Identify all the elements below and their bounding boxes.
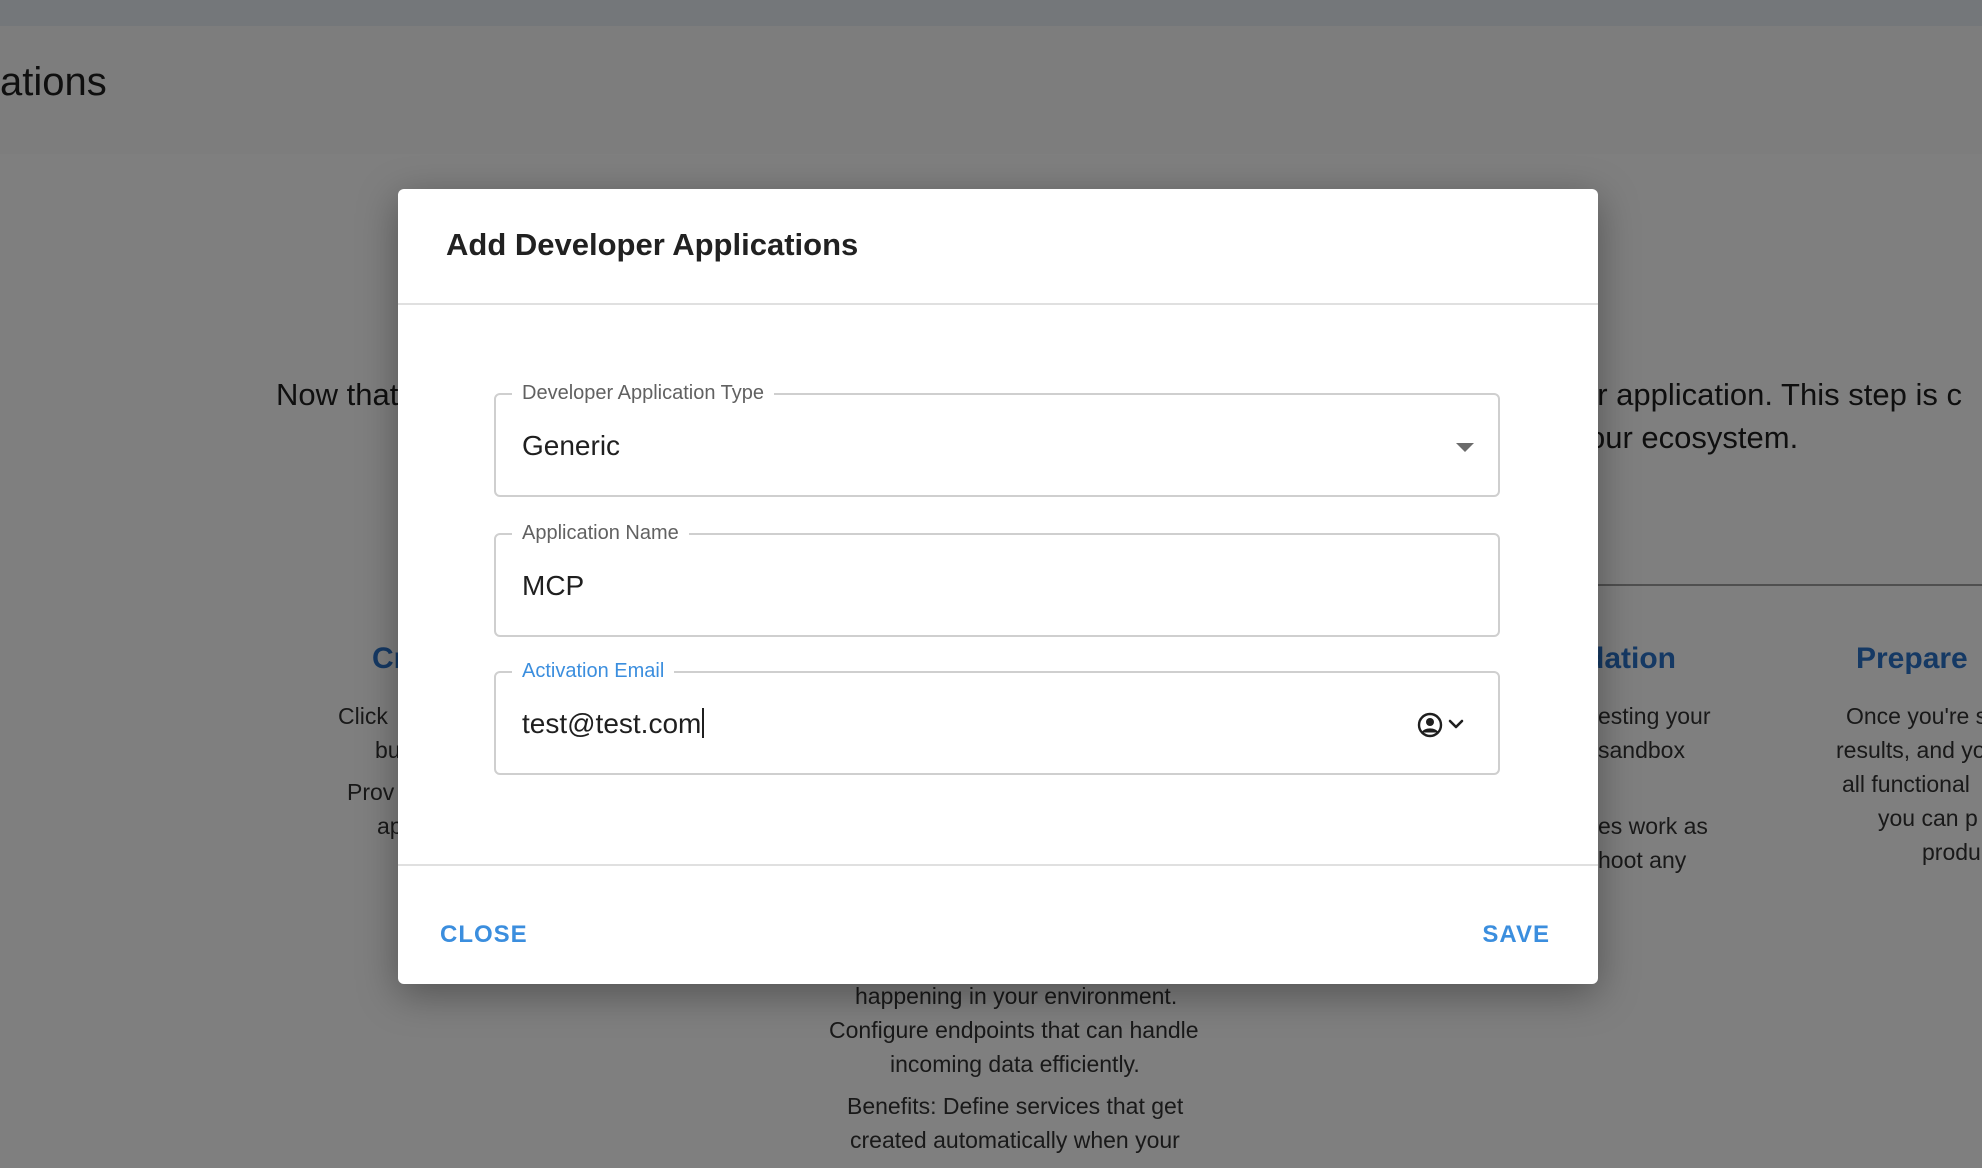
- application-name-field[interactable]: Application Name MCP: [494, 521, 1500, 637]
- dropdown-arrow-icon[interactable]: [1456, 443, 1474, 452]
- close-button[interactable]: CLOSE: [440, 921, 528, 949]
- dialog-divider-bottom: [398, 864, 1598, 866]
- application-name-label: Application Name: [512, 521, 689, 545]
- add-developer-application-dialog: Add Developer Applications Developer App…: [398, 189, 1598, 984]
- developer-application-type-select[interactable]: Developer Application Type Generic: [494, 381, 1500, 497]
- dialog-divider-top: [398, 303, 1598, 305]
- page: ations Now that er application. This ste…: [0, 0, 1982, 1168]
- text-caret: [702, 708, 705, 738]
- developer-application-type-label: Developer Application Type: [512, 381, 775, 405]
- activation-email-value: test@test.com: [522, 708, 702, 739]
- save-button[interactable]: SAVE: [1482, 921, 1550, 949]
- activation-email-field[interactable]: Activation Email test@test.com: [494, 659, 1500, 775]
- application-name-value: MCP: [522, 570, 585, 601]
- activation-email-input-wrap[interactable]: test@test.com: [522, 707, 705, 741]
- autofill-account-icon[interactable]: [1416, 711, 1472, 739]
- activation-email-label: Activation Email: [512, 659, 675, 683]
- dialog-title: Add Developer Applications: [446, 227, 859, 262]
- developer-application-type-value: Generic: [522, 430, 621, 461]
